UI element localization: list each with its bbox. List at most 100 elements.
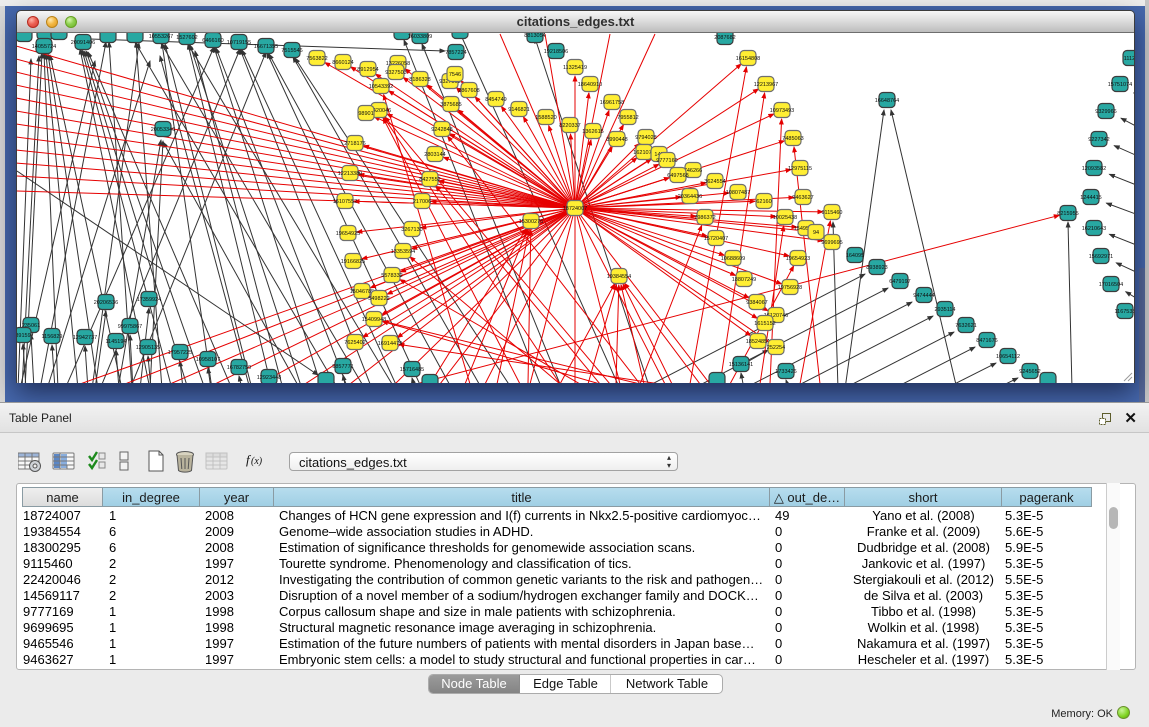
- svg-text:2087682: 2087682: [714, 35, 735, 41]
- svg-text:1615152: 1615152: [754, 321, 775, 327]
- svg-text:14055724: 14055724: [32, 44, 56, 50]
- svg-text:12213967: 12213967: [754, 82, 778, 88]
- svg-text:15692971: 15692971: [1089, 254, 1113, 260]
- svg-text:9227342: 9227342: [1088, 137, 1109, 143]
- svg-text:9146821: 9146821: [508, 107, 529, 113]
- svg-text:19654923: 19654923: [786, 256, 810, 262]
- svg-text:9245652: 9245652: [1019, 369, 1040, 375]
- svg-text:16107552: 16107552: [333, 199, 357, 205]
- svg-text:8186328: 8186328: [409, 77, 430, 83]
- svg-text:16782759: 16782759: [227, 365, 251, 371]
- svg-text:7546: 7546: [449, 72, 461, 78]
- svg-text:15716485: 15716485: [400, 367, 424, 373]
- svg-text:7515546: 7515546: [281, 48, 302, 54]
- svg-text:15136141: 15136141: [729, 362, 753, 368]
- svg-text:16210643: 16210643: [1082, 226, 1106, 232]
- svg-text:2718176: 2718176: [344, 141, 365, 147]
- svg-text:18807249: 18807249: [732, 277, 756, 283]
- svg-text:19756928: 19756928: [778, 285, 802, 291]
- svg-text:99975867: 99975867: [118, 324, 142, 330]
- svg-text:12975115: 12975115: [788, 166, 812, 172]
- svg-text:12093582: 12093582: [1082, 166, 1106, 172]
- svg-text:10973493: 10973493: [770, 108, 794, 114]
- svg-text:8220337: 8220337: [559, 123, 580, 129]
- svg-text:98901: 98901: [358, 111, 373, 117]
- svg-text:16961758: 16961758: [600, 100, 624, 106]
- svg-text:8454749: 8454749: [485, 97, 506, 103]
- svg-text:9474444: 9474444: [913, 293, 934, 299]
- svg-text:5578332: 5578332: [381, 273, 402, 279]
- svg-text:1156829: 1156829: [41, 334, 62, 340]
- svg-text:20091406: 20091406: [71, 40, 95, 46]
- svg-text:3875685: 3875685: [440, 102, 461, 108]
- svg-text:8990448: 8990448: [606, 137, 627, 143]
- svg-text:8471676: 8471676: [976, 338, 997, 344]
- svg-text:17016504: 17016504: [1099, 282, 1123, 288]
- svg-text:9794028: 9794028: [635, 135, 656, 141]
- svg-text:15409948: 15409948: [362, 317, 386, 323]
- svg-text:10654112: 10654112: [996, 354, 1020, 360]
- svg-text:16914479: 16914479: [378, 341, 402, 347]
- svg-text:9384067: 9384067: [746, 300, 767, 306]
- svg-text:1733426: 1733426: [775, 369, 796, 375]
- svg-text:7625402: 7625402: [344, 340, 365, 346]
- svg-text:11124: 11124: [1124, 56, 1134, 62]
- svg-text:10807487: 10807487: [726, 190, 750, 196]
- svg-text:1244415: 1244415: [1080, 195, 1101, 201]
- svg-text:2935114: 2935114: [934, 307, 955, 313]
- svg-text:12923448: 12923448: [257, 375, 281, 381]
- svg-text:10543392: 10543392: [369, 84, 393, 90]
- svg-text:8427552: 8427552: [419, 177, 440, 183]
- svg-text:9327503: 9327503: [385, 70, 406, 76]
- svg-text:3624554: 3624554: [704, 179, 725, 185]
- svg-text:9115460: 9115460: [821, 210, 842, 216]
- svg-text:3267130: 3267130: [401, 227, 422, 233]
- svg-text:13353594: 13353594: [391, 249, 415, 255]
- svg-text:20053346: 20053346: [151, 127, 175, 133]
- svg-text:7955812: 7955812: [617, 115, 638, 121]
- svg-text:17957225: 17957225: [168, 350, 192, 356]
- svg-text:1145194: 1145194: [105, 339, 126, 345]
- svg-text:10025438: 10025438: [773, 215, 797, 221]
- svg-text:11325419: 11325419: [563, 65, 587, 71]
- svg-text:1362615: 1362615: [582, 129, 603, 135]
- svg-text:12213389: 12213389: [338, 171, 362, 177]
- svg-text:7485063: 7485063: [782, 136, 803, 142]
- svg-text:5498222: 5498222: [368, 296, 389, 302]
- svg-text:16154808: 16154808: [736, 56, 760, 62]
- svg-text:8813054: 8813054: [524, 33, 545, 39]
- svg-text:12905135: 12905135: [136, 345, 160, 351]
- svg-text:10958107: 10958107: [196, 357, 220, 363]
- svg-text:15300275: 15300275: [519, 219, 543, 225]
- svg-text:19166825: 19166825: [341, 259, 365, 265]
- svg-text:2803144: 2803144: [424, 152, 445, 158]
- svg-text:9242848: 9242848: [431, 127, 452, 133]
- svg-text:8938923: 8938923: [866, 265, 887, 271]
- svg-text:16671355: 16671355: [254, 44, 278, 50]
- svg-text:10719155: 10719155: [227, 40, 251, 46]
- svg-text:8660124: 8660124: [332, 60, 353, 66]
- svg-text:2867608: 2867608: [458, 88, 479, 94]
- svg-text:9857771: 9857771: [332, 364, 353, 370]
- svg-text:10553267: 10553267: [149, 34, 173, 40]
- svg-text:17359924: 17359924: [137, 297, 161, 303]
- svg-text:20364436: 20364436: [678, 194, 702, 200]
- svg-text:15720407: 15720407: [704, 236, 728, 242]
- svg-text:7986372: 7986372: [694, 215, 715, 221]
- svg-text:(x): (x): [251, 456, 263, 467]
- svg-text:16033809: 16033809: [408, 34, 432, 40]
- svg-text:9329966: 9329966: [1095, 109, 1116, 115]
- svg-text:62160: 62160: [756, 199, 771, 205]
- svg-text:6479197: 6479197: [889, 279, 910, 285]
- svg-text:20206536: 20206536: [94, 300, 118, 306]
- svg-text:18640910: 18640910: [578, 82, 602, 88]
- svg-text:19218506: 19218506: [544, 49, 568, 55]
- svg-text:9777169: 9777169: [656, 158, 677, 164]
- svg-text:7632621: 7632621: [955, 323, 976, 329]
- svg-text:1527602: 1527602: [176, 35, 197, 41]
- svg-text:16648764: 16648764: [875, 98, 899, 104]
- svg-text:19654925: 19654925: [336, 231, 360, 237]
- svg-text:8912954: 8912954: [357, 67, 378, 73]
- svg-text:7563822: 7563822: [306, 56, 327, 62]
- svg-text:217006: 217006: [413, 199, 431, 205]
